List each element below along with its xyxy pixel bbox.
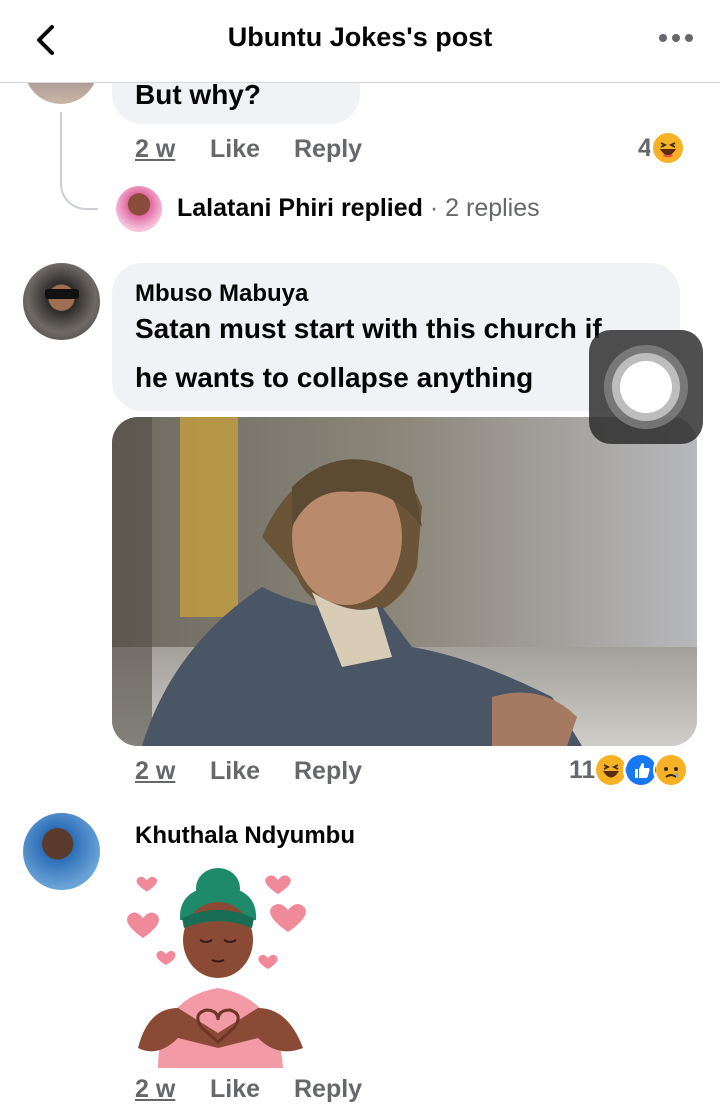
replier-name: Lalatani Phiri [177,194,334,222]
page-title: Ubuntu Jokes's post [227,22,493,52]
sticker[interactable] [118,858,323,1068]
reply-button[interactable]: Reply [294,757,362,786]
replied-label: replied [340,194,423,222]
more-horizontal-icon [659,34,693,42]
assistive-touch-icon [604,345,688,429]
replier-avatar[interactable] [116,186,162,232]
reaction-summary[interactable]: 11 [569,752,690,788]
reply-count: · 2 replies [429,194,540,222]
reaction-summary[interactable]: 4 [638,130,686,166]
commenter-avatar[interactable] [23,813,100,890]
comment-text-line-1: Satan must start with this church if [135,313,602,344]
haha-icon [649,130,686,166]
comment-time[interactable]: 2 w [135,135,175,164]
comment-photo[interactable] [112,417,697,746]
like-button[interactable]: Like [210,757,260,786]
reply-thread-line [60,112,98,210]
post-header: Ubuntu Jokes's post [0,0,720,83]
comment-feed: But why? 2 w Like Reply 4 Lalatani Phiri… [0,0,720,1103]
heart-hands-sticker-image [127,868,306,1068]
more-options-button[interactable] [658,28,694,48]
commenter-name[interactable]: Khuthala Ndyumbu [135,822,355,850]
comment-actions: 2 w Like Reply [135,1075,435,1105]
replies-link[interactable]: Lalatani Phiri replied · 2 replies [177,194,540,223]
comment-text-line-2: he wants to collapse anything [135,362,534,393]
comment-time[interactable]: 2 w [135,757,175,786]
comment-actions: 2 w Like Reply [135,135,435,165]
photo-image [112,417,697,746]
commenter-name[interactable]: Mbuso Mabuya [135,280,308,308]
reply-button[interactable]: Reply [294,135,362,164]
assistive-touch-button[interactable] [589,330,703,444]
sad-icon [653,752,690,788]
comment-text: But why? [135,79,261,110]
comment-actions: 2 w Like Reply [135,757,435,787]
like-button[interactable]: Like [210,135,260,164]
reply-button[interactable]: Reply [294,1075,362,1104]
reaction-count: 11 [569,755,596,784]
like-button[interactable]: Like [210,1075,260,1104]
commenter-avatar[interactable] [23,263,100,340]
sunglasses-shape [45,289,79,299]
comment-time[interactable]: 2 w [135,1075,175,1104]
